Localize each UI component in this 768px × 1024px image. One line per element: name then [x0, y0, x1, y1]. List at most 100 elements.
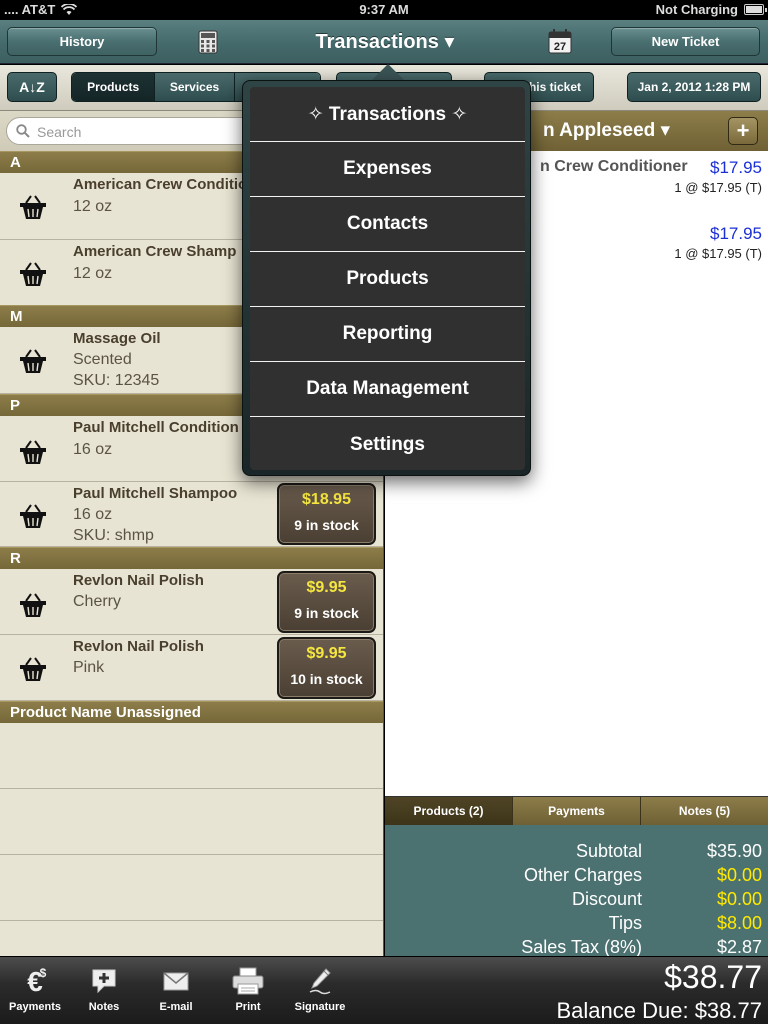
printer-icon	[232, 967, 264, 995]
stock-label: 10 in stock	[290, 671, 363, 687]
product-desc: Pink	[73, 659, 105, 676]
product-name: Revlon Nail Polish	[73, 572, 204, 589]
product-row[interactable]: Revlon Nail Polish Cherry $9.95 9 in sto…	[0, 569, 383, 635]
new-ticket-button[interactable]: New Ticket	[611, 27, 760, 56]
subtotal-label: Subtotal	[575, 841, 642, 861]
empty-row	[0, 855, 383, 921]
product-row[interactable]: Paul Mitchell Shampoo 16 oz SKU: shmp $1…	[0, 482, 383, 547]
line-item-name: n Crew Conditioner	[540, 158, 688, 175]
email-button[interactable]: E-mail	[141, 965, 211, 1021]
top-nav-bar: History Transactions ▾ 27 New Ticket	[0, 20, 768, 64]
line-item-price: $17.95	[710, 158, 762, 177]
svg-text:$: $	[40, 966, 47, 980]
product-desc: 16 oz	[73, 506, 113, 523]
empty-row	[0, 723, 383, 789]
discount-label: Discount	[571, 889, 642, 909]
basket-icon	[20, 504, 46, 528]
sales-tax-value: $2.87	[716, 937, 762, 956]
product-desc: 16 oz	[73, 441, 113, 458]
subtotal-value: $35.90	[706, 841, 762, 861]
product-sku: SKU: shmp	[73, 527, 154, 544]
add-item-button[interactable]: +	[728, 117, 758, 145]
email-label: E-mail	[159, 1001, 193, 1013]
battery-status: Not Charging	[655, 2, 738, 17]
other-charges-value[interactable]: $0.00	[717, 865, 762, 886]
price-label: $9.95	[306, 579, 347, 596]
product-row[interactable]: Revlon Nail Polish Pink $9.95 10 in stoc…	[0, 635, 383, 701]
clock: 9:37 AM	[359, 2, 409, 17]
discount-value[interactable]: $0.00	[717, 889, 762, 910]
signature-label: Signature	[294, 1001, 346, 1013]
balance-due: Balance Due: $38.77	[556, 998, 763, 1023]
menu-item-contacts[interactable]: Contacts	[250, 197, 525, 252]
envelope-icon	[163, 972, 189, 991]
basket-icon	[20, 349, 46, 373]
tips-label: Tips	[608, 913, 642, 933]
price-stock-button[interactable]: $9.95 10 in stock	[277, 637, 376, 699]
tips-value[interactable]: $8.00	[717, 913, 762, 934]
product-sku: SKU: 12345	[73, 372, 160, 389]
tab-payments[interactable]: Payments	[513, 797, 641, 825]
segment-services[interactable]: Services	[155, 73, 235, 101]
sort-az-button[interactable]: A↓Z	[7, 72, 57, 102]
customer-name[interactable]: n Appleseed ▾	[543, 119, 670, 142]
segment-products[interactable]: Products	[72, 73, 156, 101]
totals-panel: Subtotal $35.90 Other Charges $0.00 Disc…	[385, 825, 768, 956]
price-label: $18.95	[302, 491, 351, 508]
empty-row	[0, 789, 383, 855]
ticket-date-button[interactable]: Jan 2, 2012 1:28 PM	[627, 72, 761, 102]
tab-products[interactable]: Products (2)	[385, 797, 513, 825]
transactions-menu-title[interactable]: Transactions ▾	[290, 29, 480, 54]
line-item-qty: 1 @ $17.95 (T)	[674, 246, 762, 261]
product-name: Paul Mitchell Condition	[73, 419, 239, 436]
line-item-qty: 1 @ $17.95 (T)	[674, 180, 762, 195]
product-name: American Crew Condition	[73, 176, 257, 193]
calendar-icon[interactable]: 27	[548, 29, 572, 54]
payments-label: Payments	[9, 1001, 61, 1013]
basket-icon	[20, 440, 46, 464]
product-name: American Crew Shamp	[73, 243, 237, 260]
print-label: Print	[235, 1001, 261, 1013]
calculator-icon[interactable]	[198, 30, 218, 54]
signature-button[interactable]: Signature	[285, 965, 355, 1021]
module-menu: ✧ Transactions ✧ Expenses Contacts Produ…	[250, 87, 525, 470]
search-placeholder: Search	[37, 124, 82, 140]
section-header-r: R	[0, 547, 383, 569]
product-desc: 12 oz	[73, 198, 113, 215]
popover-arrow	[372, 64, 404, 80]
price-stock-button[interactable]: $9.95 9 in stock	[277, 571, 376, 633]
price-stock-button[interactable]: $18.95 9 in stock	[277, 483, 376, 545]
product-name: Paul Mitchell Shampoo	[73, 485, 238, 502]
menu-item-reporting[interactable]: Reporting	[250, 307, 525, 362]
menu-item-expenses[interactable]: Expenses	[250, 142, 525, 197]
battery-icon	[744, 4, 767, 15]
module-menu-popover: ✧ Transactions ✧ Expenses Contacts Produ…	[242, 80, 531, 476]
basket-icon	[20, 593, 46, 617]
sales-tax-label: Sales Tax (8%)	[521, 937, 642, 956]
notes-button[interactable]: Notes	[69, 965, 139, 1021]
menu-item-settings[interactable]: Settings	[250, 417, 525, 470]
note-add-icon	[92, 969, 116, 994]
tab-notes[interactable]: Notes (5)	[641, 797, 768, 825]
price-label: $9.95	[306, 645, 347, 662]
basket-icon	[20, 657, 46, 681]
stock-label: 9 in stock	[294, 517, 359, 533]
calendar-day: 27	[554, 41, 566, 53]
print-button[interactable]: Print	[213, 965, 283, 1021]
product-name: Massage Oil	[73, 330, 161, 347]
search-icon	[16, 124, 30, 138]
menu-item-data-management[interactable]: Data Management	[250, 362, 525, 417]
euro-icon: €$	[27, 966, 47, 997]
basket-icon	[20, 262, 46, 286]
history-button[interactable]: History	[7, 27, 157, 56]
section-header-unassigned: Product Name Unassigned	[0, 701, 383, 723]
payments-button[interactable]: € $ Payments	[0, 965, 70, 1021]
product-name: Revlon Nail Polish	[73, 638, 204, 655]
status-bar: .... AT&T 9:37 AM Not Charging	[0, 0, 768, 20]
stock-label: 9 in stock	[294, 605, 359, 621]
notes-label: Notes	[88, 1001, 120, 1013]
pencil-icon	[309, 968, 331, 995]
menu-item-transactions[interactable]: ✧ Transactions ✧	[250, 87, 525, 142]
menu-item-products[interactable]: Products	[250, 252, 525, 307]
product-desc: Cherry	[73, 593, 122, 610]
